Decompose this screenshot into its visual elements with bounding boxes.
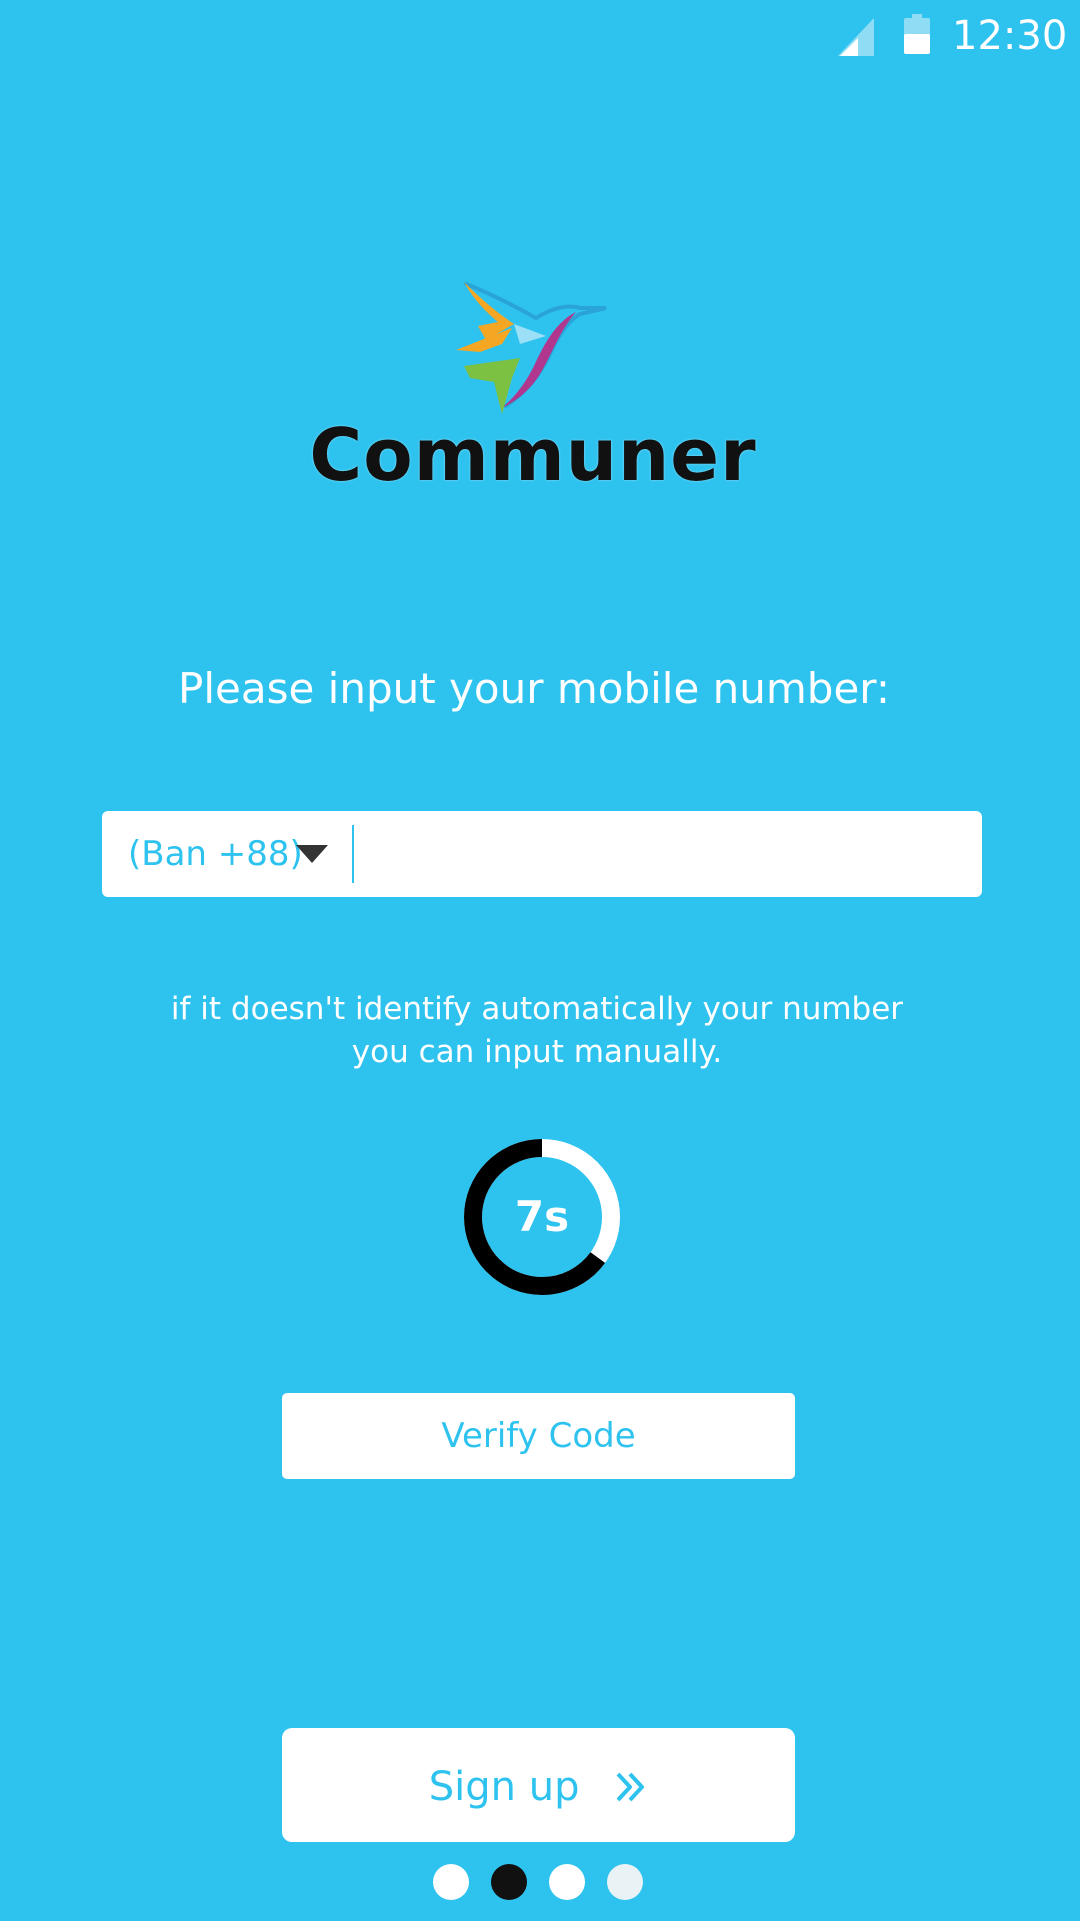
page-dot-1[interactable] xyxy=(433,1864,469,1900)
countdown-timer: 7s xyxy=(460,1135,624,1299)
hint-line-2: you can input manually. xyxy=(351,1034,723,1070)
hint-line-1: if it doesn't identify automatically you… xyxy=(170,991,904,1027)
page-dot-4[interactable] xyxy=(607,1864,643,1900)
countdown-label: 7s xyxy=(514,1192,570,1241)
page-dot-3[interactable] xyxy=(549,1864,585,1900)
sign-up-label: Sign up xyxy=(428,1764,580,1810)
phone-number-field[interactable] xyxy=(364,821,968,889)
mobile-number-prompt: Please input your mobile number: xyxy=(178,664,890,713)
sign-up-button[interactable]: Sign up xyxy=(282,1728,795,1842)
battery-icon xyxy=(904,14,930,54)
field-divider xyxy=(352,825,354,883)
hummingbird-logo-icon xyxy=(456,282,607,414)
signal-icon xyxy=(838,18,874,56)
double-chevron-right-icon xyxy=(616,1772,645,1802)
country-code-selector[interactable]: (Ban +88) xyxy=(128,811,303,897)
page-dot-2[interactable] xyxy=(491,1864,527,1900)
caret-down-icon[interactable] xyxy=(296,845,328,863)
verify-code-button[interactable]: Verify Code xyxy=(282,1393,795,1479)
status-bar: 12:30 xyxy=(0,0,1080,72)
phone-input-group: (Ban +88) xyxy=(102,811,982,897)
status-clock: 12:30 xyxy=(952,13,1068,59)
brand-wordmark: Communer xyxy=(309,413,757,497)
page-indicator xyxy=(433,1864,647,1900)
manual-input-hint: if it doesn't identify automatically you… xyxy=(0,988,1074,1074)
